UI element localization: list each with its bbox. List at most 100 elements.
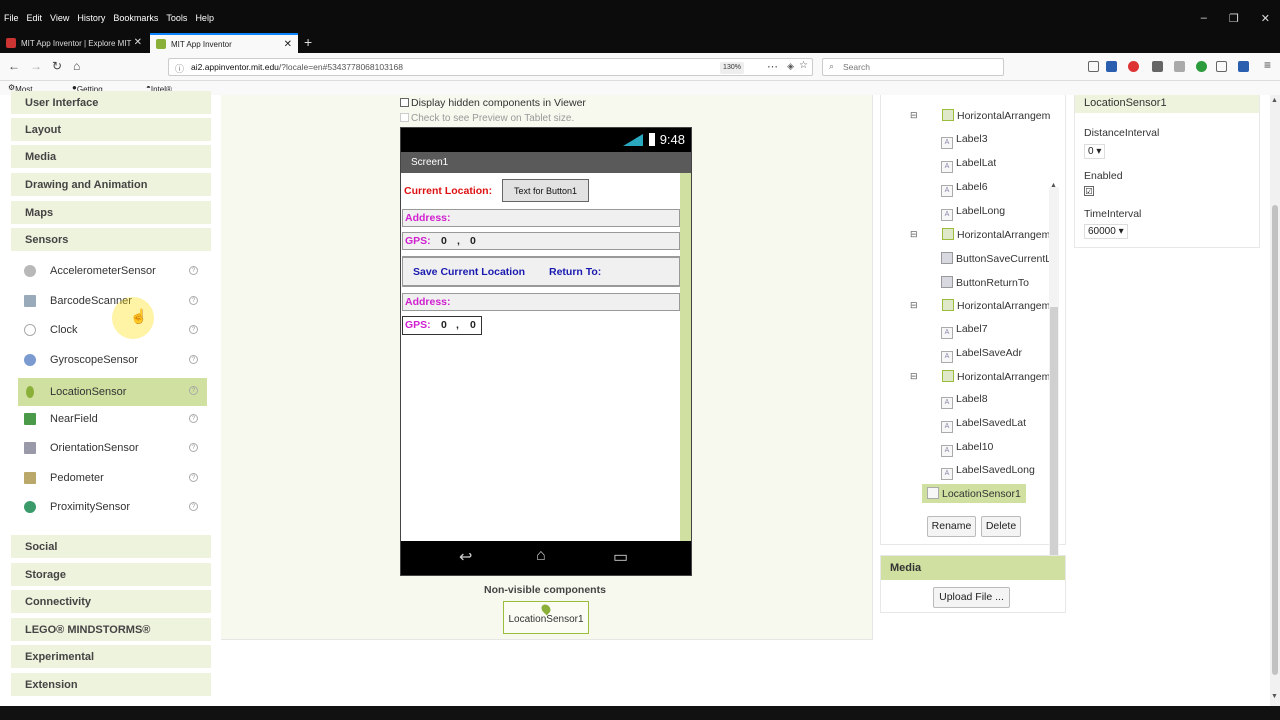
saved-gps-arrangement[interactable]: GPS: 0 , 0 bbox=[402, 316, 482, 335]
close-window-button[interactable]: ✕ bbox=[1261, 12, 1270, 25]
tree-scroll-thumb[interactable] bbox=[1050, 307, 1058, 577]
current-location-label[interactable]: Current Location: bbox=[404, 185, 492, 197]
arrangement-current-location[interactable]: Current Location: Text for Button1 bbox=[402, 177, 680, 205]
tree-node[interactable]: A Label6 bbox=[941, 181, 988, 197]
hamburger-menu-icon[interactable]: ≡ bbox=[1264, 58, 1271, 72]
extension-icon[interactable] bbox=[1106, 61, 1117, 72]
distance-interval-select[interactable]: 0 ▾ bbox=[1084, 144, 1106, 159]
label-lat[interactable]: 0 bbox=[441, 235, 447, 247]
help-icon[interactable]: ? bbox=[189, 266, 198, 275]
saved-gps-label[interactable]: GPS: bbox=[405, 319, 431, 331]
palette-item-location-sensor[interactable]: LocationSensor? bbox=[18, 378, 207, 406]
page-actions-icon[interactable]: ⋯ bbox=[767, 60, 778, 73]
label-separator[interactable]: , bbox=[457, 235, 460, 247]
tablet-preview-checkbox[interactable]: Check to see Preview on Tablet size. bbox=[400, 113, 574, 124]
grammarly-icon[interactable] bbox=[1196, 61, 1207, 72]
help-icon[interactable]: ? bbox=[189, 325, 198, 334]
palette-category-social[interactable]: Social bbox=[11, 535, 211, 560]
new-tab-button[interactable]: + bbox=[304, 34, 312, 50]
reload-icon[interactable]: ↻ bbox=[52, 59, 62, 73]
help-icon[interactable]: ? bbox=[189, 502, 198, 511]
menu-help[interactable]: Help bbox=[195, 13, 214, 23]
help-icon[interactable]: ? bbox=[189, 443, 198, 452]
sidebar-icon[interactable] bbox=[1216, 61, 1227, 72]
page-vertical-scrollbar[interactable]: ▲ ▼ bbox=[1270, 95, 1280, 707]
palette-category-maps[interactable]: Maps bbox=[11, 201, 211, 226]
palette-category-layout[interactable]: Layout bbox=[11, 118, 211, 143]
tree-node[interactable]: A LabelLat bbox=[941, 157, 996, 173]
rename-button[interactable]: Rename bbox=[927, 516, 976, 537]
palette-category-sensors[interactable]: Sensors bbox=[11, 228, 211, 253]
help-icon[interactable]: ? bbox=[189, 355, 198, 364]
saved-address-row[interactable]: Address: bbox=[402, 293, 680, 311]
tree-node[interactable]: HorizontalArrangement bbox=[942, 299, 1050, 312]
collapse-toggle-icon[interactable]: ⊟ bbox=[910, 371, 918, 382]
extension-icon[interactable] bbox=[1174, 61, 1185, 72]
delete-button[interactable]: Delete bbox=[981, 516, 1021, 537]
label-long[interactable]: 0 bbox=[470, 235, 476, 247]
scroll-up-icon[interactable]: ▲ bbox=[1050, 182, 1057, 189]
palette-category-experimental[interactable]: Experimental bbox=[11, 645, 211, 670]
back-icon[interactable]: ← bbox=[8, 59, 20, 73]
tab-app-inventor[interactable]: MIT App Inventor ✕ bbox=[150, 33, 298, 53]
display-hidden-checkbox[interactable]: Display hidden components in Viewer bbox=[400, 97, 586, 109]
palette-category-media[interactable]: Media bbox=[11, 145, 211, 170]
menu-tools[interactable]: Tools bbox=[166, 13, 187, 23]
palette-item-nearfield[interactable]: NearField? bbox=[18, 406, 207, 432]
gps-arrangement[interactable]: GPS: 0 , 0 bbox=[402, 232, 680, 250]
return-to-button[interactable]: Return To: bbox=[549, 266, 601, 278]
maximize-button[interactable]: ❐ bbox=[1229, 12, 1239, 25]
tree-vertical-scrollbar[interactable]: ▲ ▼ bbox=[1049, 182, 1059, 597]
address-label[interactable]: Address: bbox=[405, 212, 451, 224]
checkbox-icon[interactable] bbox=[400, 98, 409, 107]
palette-item-accelerometer[interactable]: AccelerometerSensor? bbox=[18, 258, 207, 284]
gps-label[interactable]: GPS: bbox=[405, 235, 431, 247]
page-scroll-thumb[interactable] bbox=[1272, 205, 1278, 675]
label-saved-separator[interactable]: , bbox=[456, 319, 459, 331]
close-tab-icon[interactable]: ✕ bbox=[134, 37, 142, 48]
menu-bookmarks[interactable]: Bookmarks bbox=[113, 13, 158, 23]
forward-icon[interactable]: → bbox=[30, 59, 42, 73]
pocket-icon[interactable]: ◈ bbox=[787, 61, 794, 72]
address-label-row[interactable]: Address: bbox=[402, 209, 680, 227]
label-saved-lat[interactable]: 0 bbox=[441, 319, 447, 331]
palette-item-proximity[interactable]: ProximitySensor? bbox=[18, 494, 207, 520]
library-icon[interactable] bbox=[1088, 61, 1099, 72]
tree-node[interactable]: ButtonSaveCurrentL bbox=[941, 252, 1050, 265]
palette-category-connectivity[interactable]: Connectivity bbox=[11, 590, 211, 615]
collapse-toggle-icon[interactable]: ⊟ bbox=[910, 229, 918, 240]
menu-file[interactable]: File bbox=[4, 13, 19, 23]
collapse-toggle-icon[interactable]: ⊟ bbox=[910, 300, 918, 311]
zoom-level[interactable]: 130% bbox=[720, 62, 744, 74]
info-icon[interactable]: ⓘ bbox=[175, 62, 184, 75]
palette-item-pedometer[interactable]: Pedometer? bbox=[18, 465, 207, 491]
help-icon[interactable]: ? bbox=[189, 386, 198, 395]
save-current-location-button[interactable]: Save Current Location bbox=[413, 266, 525, 278]
tree-node[interactable]: A Label7 bbox=[941, 323, 988, 339]
tree-node[interactable]: HorizontalArrangement bbox=[942, 228, 1050, 241]
palette-item-orientation[interactable]: OrientationSensor? bbox=[18, 435, 207, 461]
tab-explore[interactable]: MIT App Inventor | Explore MIT ✕ bbox=[0, 33, 148, 53]
help-icon[interactable]: ? bbox=[189, 296, 198, 305]
nonvisible-location-sensor[interactable]: LocationSensor1 bbox=[503, 601, 589, 634]
home-icon[interactable]: ⌂ bbox=[73, 59, 80, 73]
menu-view[interactable]: View bbox=[50, 13, 69, 23]
tree-node[interactable]: A Label8 bbox=[941, 393, 988, 409]
tree-node[interactable]: A LabelSavedLong bbox=[941, 464, 1035, 480]
bookmark-star-icon[interactable]: ☆ bbox=[799, 60, 808, 71]
url-bar[interactable]: ⓘ ai2.appinventor.mit.edu /?locale=en#53… bbox=[168, 58, 813, 76]
tree-node[interactable]: ButtonReturnTo bbox=[941, 276, 1029, 289]
palette-category-extension[interactable]: Extension bbox=[11, 673, 211, 698]
menu-history[interactable]: History bbox=[77, 13, 105, 23]
tree-node[interactable]: A LabelSavedLat bbox=[941, 417, 1026, 433]
button1[interactable]: Text for Button1 bbox=[502, 179, 589, 202]
palette-category-drawing[interactable]: Drawing and Animation bbox=[11, 173, 211, 198]
scroll-down-icon[interactable]: ▼ bbox=[1271, 693, 1278, 700]
help-icon[interactable]: ? bbox=[189, 473, 198, 482]
search-input[interactable]: ⌕ Search bbox=[822, 58, 1004, 76]
screen-title[interactable]: Screen1 bbox=[401, 152, 691, 173]
label-saved-long[interactable]: 0 bbox=[470, 319, 476, 331]
collapse-toggle-icon[interactable]: ⊟ bbox=[910, 110, 918, 121]
palette-category-user-interface[interactable]: User Interface bbox=[11, 91, 211, 116]
buttons-arrangement[interactable]: Save Current Location Return To: bbox=[402, 256, 680, 287]
